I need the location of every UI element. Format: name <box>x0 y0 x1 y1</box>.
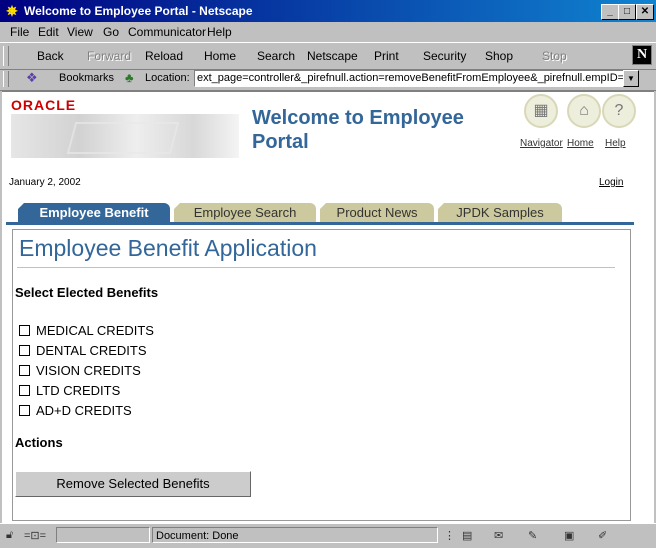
tab-employee-search[interactable]: Employee Search <box>174 203 316 222</box>
reload-button[interactable]: Reload <box>145 49 183 63</box>
search-button[interactable]: Search <box>257 49 295 63</box>
help-icon[interactable]: ? <box>602 94 636 128</box>
benefit-portlet: Employee Benefit Application Select Elec… <box>12 229 631 521</box>
window-title: Welcome to Employee Portal - Netscape <box>24 4 253 18</box>
home-button[interactable]: Home <box>204 49 236 63</box>
chevron-down-icon[interactable]: ▼ <box>623 70 639 87</box>
actions-label: Actions <box>15 435 63 450</box>
benefit-label: DENTAL CREDITS <box>36 343 147 358</box>
shop-button[interactable]: Shop <box>485 49 513 63</box>
home-icon[interactable]: ⌂ <box>567 94 601 128</box>
benefit-option-dental[interactable]: DENTAL CREDITS <box>19 343 147 358</box>
status-bar: 🔓︎ =⊡= Document: Done ⋮ ▤ ✉ ✎ ▣ ✐ <box>0 523 656 548</box>
forward-button[interactable]: Forward <box>87 49 131 63</box>
back-button[interactable]: Back <box>37 49 64 63</box>
benefit-option-ltd[interactable]: LTD CREDITS <box>19 383 120 398</box>
stop-button[interactable]: Stop <box>542 49 567 63</box>
menu-help[interactable]: Help <box>207 25 232 39</box>
benefit-checkbox[interactable] <box>19 325 30 336</box>
login-link[interactable]: Login <box>599 177 623 188</box>
menu-bar: File Edit View Go Communicator Help <box>0 22 656 42</box>
tab-divider <box>6 222 634 225</box>
mail-icon[interactable]: ✉ <box>494 529 503 542</box>
portlet-heading: Employee Benefit Application <box>19 235 317 261</box>
date-text: January 2, 2002 <box>9 177 81 188</box>
menu-file[interactable]: File <box>10 25 29 39</box>
location-toolbar: ❖ Bookmarks ♣ Location: ext_page=control… <box>0 68 656 91</box>
benefit-checkbox[interactable] <box>19 365 30 376</box>
bookmarks-icon[interactable]: ❖ <box>26 70 38 86</box>
netscape-button[interactable]: Netscape <box>307 49 358 63</box>
tab-jpdk-samples[interactable]: JPDK Samples <box>438 203 562 222</box>
page-title: Welcome to Employee Portal <box>252 107 464 153</box>
heading-divider <box>17 267 615 268</box>
security-lock-icon[interactable]: 🔓︎ <box>6 529 13 542</box>
benefit-checkbox[interactable] <box>19 385 30 396</box>
benefit-label: LTD CREDITS <box>36 383 121 398</box>
menu-edit[interactable]: Edit <box>38 25 59 39</box>
minimize-icon[interactable]: _ <box>601 4 619 20</box>
page-proxy-icon[interactable]: ♣ <box>125 70 134 85</box>
menu-go[interactable]: Go <box>103 25 119 39</box>
toolbar-grip[interactable] <box>3 71 9 87</box>
header-graphic <box>11 114 239 158</box>
select-benefits-label: Select Elected Benefits <box>15 285 159 300</box>
menu-communicator[interactable]: Communicator <box>128 25 206 39</box>
separator-icon: ⋮ <box>444 530 455 542</box>
benefit-label: AD+D CREDITS <box>36 403 132 418</box>
close-icon[interactable]: ✕ <box>636 4 654 20</box>
help-link[interactable]: Help <box>605 138 626 149</box>
netscape-app-icon: ✵ <box>6 3 18 19</box>
menu-view[interactable]: View <box>67 25 93 39</box>
benefit-label: VISION CREDITS <box>36 363 141 378</box>
tab-product-news[interactable]: Product News <box>320 203 434 222</box>
component-bar-icon[interactable]: ▤ <box>462 529 472 542</box>
progress-cell <box>56 527 150 543</box>
bookmarks-button[interactable]: Bookmarks <box>59 72 114 84</box>
oracle-logo: ORACLE <box>11 97 77 113</box>
benefit-label: MEDICAL CREDITS <box>36 323 154 338</box>
toolbar-grip[interactable] <box>3 46 9 66</box>
tab-employee-benefit[interactable]: Employee Benefit <box>18 203 170 222</box>
window-title-bar[interactable]: ✵ Welcome to Employee Portal - Netscape … <box>0 0 656 22</box>
remove-selected-benefits-button[interactable]: Remove Selected Benefits <box>15 471 251 497</box>
home-link[interactable]: Home <box>567 138 594 149</box>
benefit-checkbox[interactable] <box>19 405 30 416</box>
url-input[interactable]: ext_page=controller&_pirefnull.action=re… <box>194 70 626 87</box>
benefit-checkbox[interactable] <box>19 345 30 356</box>
security-button[interactable]: Security <box>423 49 466 63</box>
connection-icon[interactable]: =⊡= <box>24 529 46 542</box>
navigator-link[interactable]: Navigator <box>520 138 563 149</box>
status-text: Document: Done <box>152 527 438 543</box>
benefit-option-medical[interactable]: MEDICAL CREDITS <box>19 323 154 338</box>
edit-icon[interactable]: ✐ <box>598 529 607 542</box>
content-viewport: ORACLE Welcome to Employee Portal ▦ ⌂ ? … <box>2 91 654 523</box>
address-book-icon[interactable]: ▣ <box>564 529 574 542</box>
composer-icon[interactable]: ✎ <box>528 529 537 542</box>
benefit-option-vision[interactable]: VISION CREDITS <box>19 363 141 378</box>
print-button[interactable]: Print <box>374 49 399 63</box>
benefit-option-add[interactable]: AD+D CREDITS <box>19 403 132 418</box>
maximize-icon[interactable]: □ <box>618 4 636 20</box>
navigator-icon[interactable]: ▦ <box>524 94 558 128</box>
location-label: Location: <box>145 72 190 84</box>
netscape-logo[interactable]: N <box>632 45 652 65</box>
navigation-toolbar: Back Forward Reload Home Search Netscape… <box>0 42 656 70</box>
